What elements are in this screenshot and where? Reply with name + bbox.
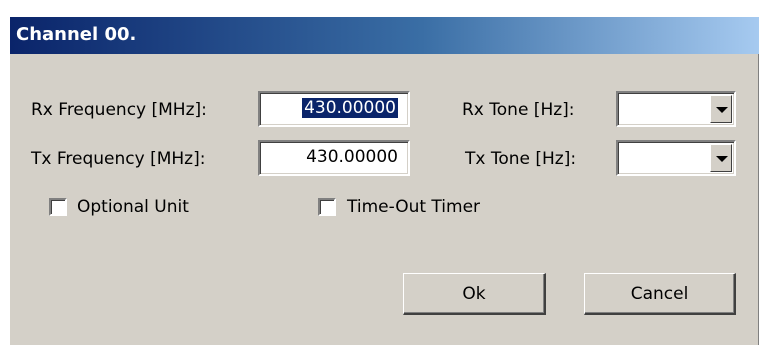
chevron-down-icon[interactable] (710, 144, 732, 172)
chevron-down-icon[interactable] (710, 95, 732, 123)
rx-tone-label: Rx Tone [Hz]: (462, 100, 575, 120)
tx-frequency-label: Tx Frequency [MHz]: (31, 149, 206, 169)
ok-button[interactable]: Ok (403, 273, 546, 315)
cancel-button[interactable]: Cancel (584, 273, 736, 315)
rx-frequency-value: 430.00000 (302, 98, 398, 118)
optional-unit-label[interactable]: Optional Unit (77, 197, 189, 217)
rx-frequency-label: Rx Frequency [MHz]: (31, 100, 207, 120)
tx-tone-label: Tx Tone [Hz]: (465, 149, 577, 169)
tx-frequency-input[interactable]: 430.00000 (258, 140, 410, 176)
rx-tone-select[interactable] (616, 91, 736, 127)
tx-tone-select[interactable] (616, 140, 736, 176)
optional-unit-checkbox[interactable] (49, 198, 67, 216)
dialog-title: Channel 00. (16, 24, 137, 45)
timeout-timer-label[interactable]: Time-Out Timer (347, 197, 480, 217)
title-bar[interactable]: Channel 00. (10, 17, 759, 54)
rx-frequency-input[interactable]: 430.00000 (258, 91, 410, 127)
timeout-timer-checkbox[interactable] (318, 198, 336, 216)
channel-dialog: Channel 00. Rx Frequency [MHz]: 430.0000… (10, 17, 759, 345)
tx-frequency-value: 430.00000 (306, 147, 398, 167)
